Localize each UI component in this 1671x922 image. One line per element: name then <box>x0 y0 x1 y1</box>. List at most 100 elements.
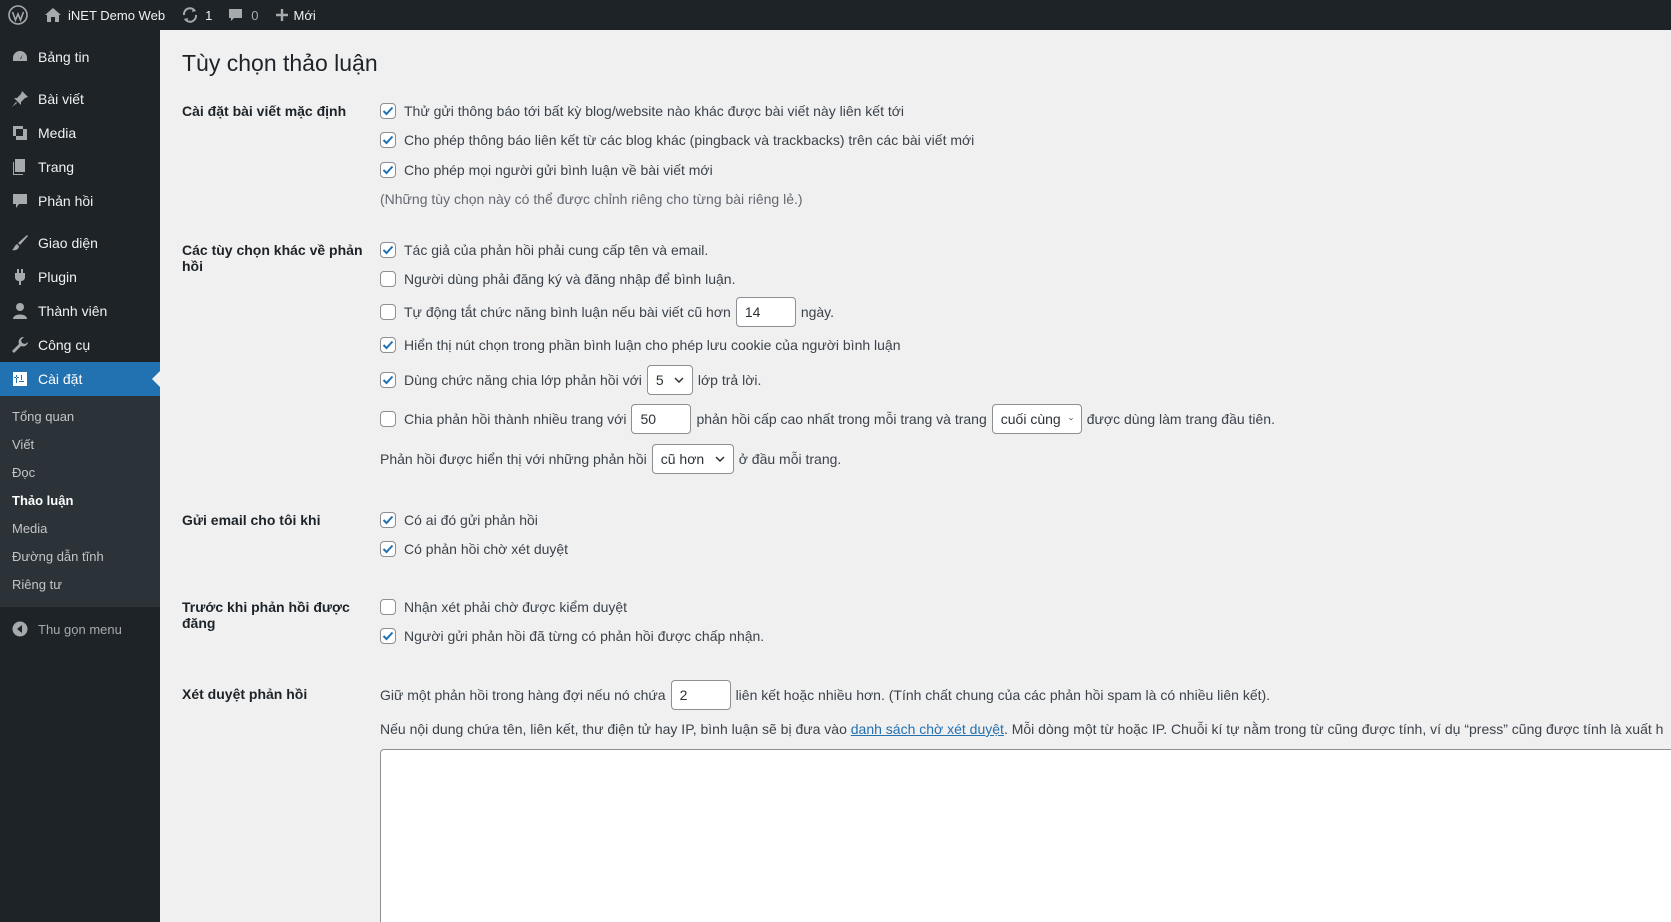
plugin-icon <box>10 267 30 287</box>
moderation-links-input[interactable]: 2 <box>670 680 731 710</box>
option-notify-blogs[interactable]: Thử gửi thông báo tới bất kỳ blog/websit… <box>380 103 904 119</box>
option-label: Giữ một phản hồi trong hàng đợi nếu nó c… <box>380 687 666 703</box>
option-allow-pingbacks[interactable]: Cho phép thông báo liên kết từ các blog … <box>380 132 974 148</box>
checkbox[interactable] <box>380 512 396 528</box>
comment-order-select[interactable]: cũ hơn <box>651 444 734 474</box>
menu-item-appearance[interactable]: Giao diện <box>0 226 160 260</box>
option-label: Tự động tắt chức năng bình luận nếu bài … <box>404 304 731 320</box>
option-label: Nếu nội dung chứa tên, liên kết, thư điệ… <box>380 721 847 737</box>
option-comment-order: Phản hồi được hiển thị với những phản hồ… <box>380 444 841 474</box>
menu-item-media[interactable]: Media <box>0 116 160 150</box>
menu-item-pages[interactable]: Trang <box>0 150 160 184</box>
new-label: Mới <box>293 7 316 23</box>
submenu-writing[interactable]: Viết <box>0 431 160 459</box>
submenu-permalinks[interactable]: Đường dẫn tĩnh <box>0 543 160 571</box>
close-comments-days-input[interactable]: 14 <box>735 297 796 327</box>
chevron-down-icon <box>674 377 684 383</box>
submenu-reading[interactable]: Đọc <box>0 459 160 487</box>
option-label: Chia phản hồi thành nhiều trang với <box>404 411 627 427</box>
menu-item-dashboard[interactable]: Bảng tin <box>0 40 160 74</box>
option-label: ngày. <box>800 304 835 320</box>
user-icon <box>10 301 30 321</box>
section-label-before: Trước khi phản hồi được đăng <box>182 599 350 631</box>
updates-link[interactable]: 1 <box>173 0 220 30</box>
option-label: Phản hồi được hiển thị với những phản hồ… <box>380 451 647 467</box>
option-paginate-comments: Chia phản hồi thành nhiều trang với 50 p… <box>380 404 1275 434</box>
menu-label: Phản hồi <box>38 193 94 209</box>
section-label-default-post: Cài đặt bài viết mặc định <box>182 103 347 119</box>
select-value: 5 <box>655 372 664 388</box>
menu-label: Thành viên <box>38 303 108 319</box>
section-label-moderation: Xét duyệt phản hồi <box>182 686 308 702</box>
checkbox[interactable] <box>380 541 396 557</box>
comments-link[interactable]: 0 <box>220 0 266 30</box>
menu-item-users[interactable]: Thành viên <box>0 294 160 328</box>
comments-count: 0 <box>251 7 259 23</box>
submenu-media[interactable]: Media <box>0 515 160 543</box>
option-label: phản hồi cấp cao nhất trong mỗi trang và… <box>696 411 987 427</box>
wordpress-logo-icon[interactable] <box>0 0 36 30</box>
option-label: Người gửi phản hồi đã từng có phản hồi đ… <box>404 628 765 644</box>
menu-item-tools[interactable]: Công cụ <box>0 328 160 362</box>
checkbox[interactable] <box>380 411 396 427</box>
default-page-select[interactable]: cuối cùng <box>991 404 1082 434</box>
option-label: Hiển thị nút chọn trong phần bình luận c… <box>404 337 901 353</box>
submenu-general[interactable]: Tổng quan <box>0 403 160 431</box>
default-post-note: (Những tùy chọn này có thể được chỉnh ri… <box>380 191 803 207</box>
comments-per-page-input[interactable]: 50 <box>631 404 692 434</box>
settings-icon <box>10 369 30 389</box>
checkbox[interactable] <box>380 132 396 148</box>
checkbox[interactable] <box>380 337 396 353</box>
checkbox[interactable] <box>380 162 396 178</box>
checkbox[interactable] <box>380 372 396 388</box>
option-label: Có phản hồi chờ xét duyệt <box>404 541 569 557</box>
chevron-down-icon <box>1068 417 1073 421</box>
option-previously-approved[interactable]: Người gửi phản hồi đã từng có phản hồi đ… <box>380 628 764 644</box>
collapse-menu-button[interactable]: Thu gọn menu <box>0 611 160 647</box>
media-icon <box>10 123 30 143</box>
moderation-queue-link[interactable]: danh sách chờ xét duyệt <box>851 721 1004 737</box>
option-email-moderation[interactable]: Có phản hồi chờ xét duyệt <box>380 541 568 557</box>
collapse-label: Thu gọn menu <box>38 621 122 637</box>
menu-item-comments[interactable]: Phản hồi <box>0 184 160 218</box>
menu-label: Trang <box>38 159 75 175</box>
menu-item-plugins[interactable]: Plugin <box>0 260 160 294</box>
option-allow-comments[interactable]: Cho phép mọi người gửi bình luận về bài … <box>380 162 713 178</box>
checkbox[interactable] <box>380 242 396 258</box>
option-label: được dùng làm trang đầu tiên. <box>1086 411 1275 427</box>
option-label: liên kết hoặc nhiều hơn. (Tính chất chun… <box>735 687 1271 703</box>
home-icon <box>44 7 62 23</box>
option-label: . Mỗi dòng một từ hoặc IP. Chuỗi kí tự n… <box>1003 721 1664 737</box>
checkbox[interactable] <box>380 103 396 119</box>
wrench-icon <box>10 335 30 355</box>
admin-bar: iNET Demo Web 1 0 Mới <box>0 0 1671 30</box>
option-manual-moderation[interactable]: Nhận xét phải chờ được kiểm duyệt <box>380 599 627 615</box>
thread-depth-select[interactable]: 5 <box>646 365 693 395</box>
option-email-new-comment[interactable]: Có ai đó gửi phản hồi <box>380 512 538 528</box>
submenu-discussion[interactable]: Thảo luận <box>0 487 160 515</box>
refresh-icon <box>181 6 199 24</box>
option-label: Người dùng phải đăng ký và đăng nhập để … <box>404 271 736 287</box>
option-label: Nhận xét phải chờ được kiểm duyệt <box>404 599 628 615</box>
menu-item-settings[interactable]: Cài đặt <box>0 362 160 396</box>
option-label: Thử gửi thông báo tới bất kỳ blog/websit… <box>404 103 905 119</box>
checkbox[interactable] <box>380 304 396 320</box>
menu-item-posts[interactable]: Bài viết <box>0 82 160 116</box>
option-cookies-optin[interactable]: Hiển thị nút chọn trong phần bình luận c… <box>380 337 901 353</box>
moderation-keys-description: Nếu nội dung chứa tên, liên kết, thư điệ… <box>380 721 1663 737</box>
option-require-name-email[interactable]: Tác giả của phản hồi phải cung cấp tên v… <box>380 242 708 258</box>
menu-label: Cài đặt <box>38 371 83 387</box>
updates-count: 1 <box>205 7 213 23</box>
option-require-registration[interactable]: Người dùng phải đăng ký và đăng nhập để … <box>380 271 735 287</box>
checkbox[interactable] <box>380 628 396 644</box>
checkbox[interactable] <box>380 271 396 287</box>
moderation-keys-textarea[interactable] <box>380 749 1671 922</box>
site-name-link[interactable]: iNET Demo Web <box>36 0 173 30</box>
submenu-privacy[interactable]: Riêng tư <box>0 571 160 599</box>
comment-bubble-icon <box>228 8 243 23</box>
option-label: Cho phép thông báo liên kết từ các blog … <box>404 132 975 148</box>
new-content-link[interactable]: Mới <box>267 0 324 30</box>
main-content: Tùy chọn thảo luận Cài đặt bài viết mặc … <box>160 30 1671 922</box>
collapse-arrow-icon <box>10 619 30 639</box>
checkbox[interactable] <box>380 599 396 615</box>
